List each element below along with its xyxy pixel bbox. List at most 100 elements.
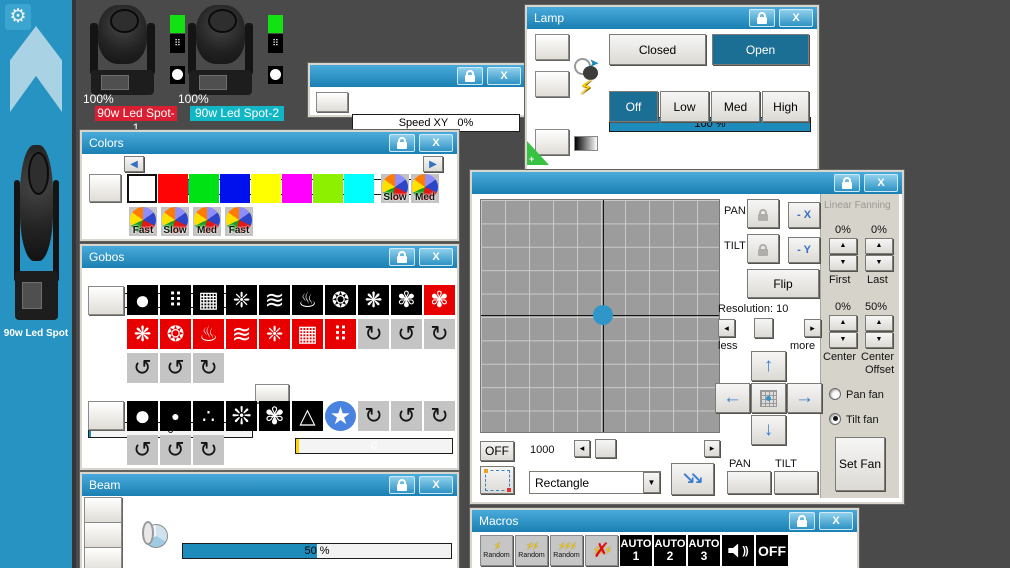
dropdown-arrow-icon[interactable]: ▼ [643,472,660,493]
gobo-waves-shake[interactable]: ≋ [226,319,257,349]
run-shape-button[interactable]: ↘↘ [671,463,714,495]
macro-random-off[interactable]: ⚡⚡⚡ ✗ [585,535,618,566]
gobo2-tridots[interactable]: ∴ [193,401,224,431]
colors-preset-box[interactable] [89,174,121,202]
pan-tilt-grid[interactable] [480,199,720,433]
nudge-up-button[interactable]: ↑ [751,351,786,381]
gobo2-rotate-ccw[interactable]: ↺ [391,401,422,431]
gobo-swirl-shake[interactable]: ✾ [424,285,455,315]
swatch-blue[interactable] [220,174,250,203]
shape-select-button[interactable] [480,466,514,494]
speed-xy-titlebar[interactable]: X [310,65,525,87]
gobo2-spiral[interactable]: ✾ [259,401,290,431]
macro-auto-2[interactable]: AUTO 2 [654,535,686,566]
lamp-preset-box-1[interactable] [535,34,569,60]
gobo-rotate-ccw[interactable]: ↺ [391,319,422,349]
set-fan-button[interactable]: Set Fan [835,437,885,491]
gobo-flames-shake[interactable]: ♨ [193,319,224,349]
gobo-snowflake-shake[interactable]: ❋ [127,319,158,349]
fixture-1-image[interactable] [90,5,155,95]
gobo-open[interactable]: ● [127,285,158,315]
close-button[interactable]: X [419,476,453,494]
gobo-mesh[interactable]: ▦ [193,285,224,315]
pan-fan-radio[interactable] [829,388,841,400]
gobo-mesh-shake[interactable]: ▦ [292,319,323,349]
gobo2-rotate-cw[interactable]: ↻ [358,401,389,431]
lock-button[interactable] [457,67,483,85]
invert-x-button[interactable]: - X [788,202,820,228]
lamp-preset-box-2[interactable] [535,71,569,97]
gobos-preset-box-2[interactable] [88,401,124,430]
gobo2-triangle[interactable]: △ [292,401,323,431]
macros-titlebar[interactable]: Macros X [472,510,857,532]
close-button[interactable]: X [419,134,453,152]
gobo2-dot[interactable]: ● [160,401,191,431]
pan-value-box[interactable] [727,471,771,494]
tilt-value-box[interactable] [774,471,818,494]
gobo-dots-shake[interactable]: ⠿ [325,319,356,349]
swatch-magenta[interactable] [282,174,312,203]
fan-center-down-button[interactable]: ▼ [829,332,857,348]
macro-sound[interactable]: )) [722,535,754,566]
wheel-fast-2[interactable]: Fast [225,207,253,236]
close-button[interactable]: X [779,9,813,27]
pan-lock-button[interactable] [747,199,779,228]
color-scroll-right-button[interactable]: ▶ [423,156,443,172]
strobe-off-button[interactable]: Off [609,91,658,122]
speed-preset-box[interactable] [316,92,348,112]
gobo-swirl[interactable]: ✾ [391,285,422,315]
close-button[interactable]: X [419,248,453,266]
fixture-2-image[interactable] [188,5,253,95]
resolution-less-button[interactable]: ◂ [718,319,735,337]
fan-last-up-button[interactable]: ▲ [865,238,893,254]
gobos-preset-box-1[interactable] [88,286,124,315]
lock-button[interactable] [389,248,415,266]
macro-auto-3[interactable]: AUTO 3 [688,535,720,566]
gobo-spiral[interactable]: ❈ [226,285,257,315]
fixture-1-name-badge[interactable]: 90w Led Spot-1 [95,106,177,135]
fan-first-down-button[interactable]: ▼ [829,255,857,271]
close-button[interactable]: X [819,512,853,530]
gobo2-open[interactable]: ● [127,400,158,431]
strobe-med-button[interactable]: Med [711,91,760,122]
fan-first-up-button[interactable]: ▲ [829,238,857,254]
macro-auto-1[interactable]: AUTO 1 [620,535,652,566]
movement-off-button[interactable]: OFF [480,441,514,461]
wheel-med-2[interactable]: Med [193,207,221,236]
swatch-chartreuse[interactable] [313,174,343,203]
shutter-open-button[interactable]: Open [712,34,809,65]
gobo2-rotate-ccw-med[interactable]: ↺ [160,435,191,465]
gobo-rotate-ccw-med[interactable]: ↺ [160,353,191,383]
macro-random-med[interactable]: ⚡⚡ Random [515,535,548,566]
nudge-left-button[interactable]: ← [715,383,750,413]
fan-offset-up-button[interactable]: ▲ [865,315,893,331]
chevron-up-icon[interactable] [10,26,62,112]
flip-button[interactable]: Flip [747,269,819,298]
gobos-titlebar[interactable]: Gobos X [82,246,457,268]
gobo-spiral-shake[interactable]: ❈ [259,319,290,349]
beam-preset-box-1[interactable] [84,497,122,523]
fixture-2-name-badge[interactable]: 90w Led Spot-2 [190,106,284,121]
beam-preset-box-3[interactable] [84,547,122,568]
gobo-waves[interactable]: ≋ [259,285,290,315]
shutter-closed-button[interactable]: Closed [609,34,706,65]
position-dot[interactable] [593,305,613,325]
beam-titlebar[interactable]: Beam X [82,474,457,496]
invert-y-button[interactable]: - Y [788,237,820,263]
fan-center-up-button[interactable]: ▲ [829,315,857,331]
gobo-rotate-ccw-slow[interactable]: ↺ [127,353,158,383]
swatch-cyan[interactable] [344,174,374,203]
lamp-titlebar[interactable]: Lamp X [527,7,817,29]
gear-icon[interactable]: ⚙ [5,4,31,30]
color-scroll-left-button[interactable]: ◀ [124,156,144,172]
swatch-red[interactable] [158,174,188,203]
gobo2-rotate-cw-fast[interactable]: ↻ [424,401,455,431]
gobo2-star[interactable]: ★ [325,401,356,431]
close-button[interactable]: X [487,67,521,85]
strobe-high-button[interactable]: High [762,91,809,122]
gobo-rotate-cw-fast[interactable]: ↻ [424,319,455,349]
lock-button[interactable] [749,9,775,27]
fan-last-down-button[interactable]: ▼ [865,255,893,271]
wheel-fast[interactable]: Fast [129,207,157,236]
beam-preset-box-2[interactable] [84,522,122,548]
